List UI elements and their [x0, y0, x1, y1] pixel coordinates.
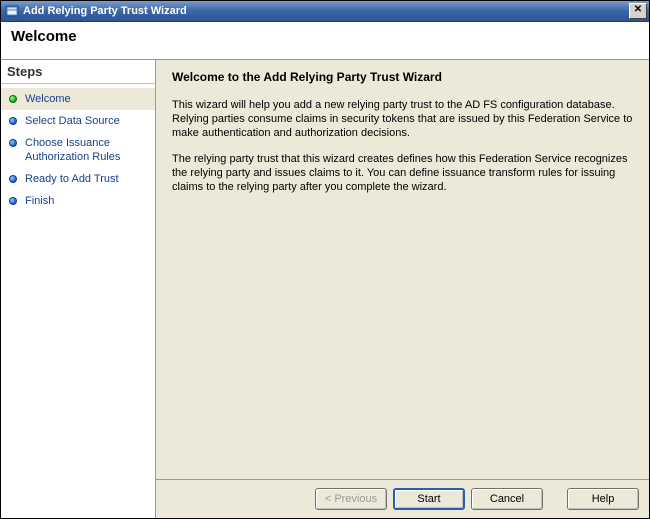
cancel-button[interactable]: Cancel — [471, 488, 543, 510]
content-body: Welcome to the Add Relying Party Trust W… — [156, 60, 649, 479]
button-spacer — [549, 488, 561, 510]
page-title: Welcome — [11, 28, 639, 45]
previous-button[interactable]: < Previous — [315, 488, 387, 510]
step-ready-to-add-trust[interactable]: Ready to Add Trust — [1, 168, 155, 190]
steps-heading: Steps — [1, 60, 155, 84]
step-label: Ready to Add Trust — [25, 172, 119, 186]
step-finish[interactable]: Finish — [1, 190, 155, 212]
content-paragraph: This wizard will help you add a new rely… — [172, 98, 633, 140]
step-label: Select Data Source — [25, 114, 120, 128]
close-button[interactable]: ✕ — [629, 3, 647, 19]
start-button[interactable]: Start — [393, 488, 465, 510]
step-bullet-icon — [9, 139, 17, 147]
step-label: Welcome — [25, 92, 71, 106]
help-button[interactable]: Help — [567, 488, 639, 510]
window-title: Add Relying Party Trust Wizard — [23, 5, 629, 17]
step-bullet-icon — [9, 117, 17, 125]
content-pane: Welcome to the Add Relying Party Trust W… — [156, 60, 649, 518]
step-bullet-icon — [9, 197, 17, 205]
page-header: Welcome — [1, 22, 649, 60]
content-heading: Welcome to the Add Relying Party Trust W… — [172, 70, 633, 84]
content-paragraph: The relying party trust that this wizard… — [172, 152, 633, 194]
step-welcome[interactable]: Welcome — [1, 88, 155, 110]
step-label: Choose Issuance Authorization Rules — [25, 136, 149, 164]
step-label: Finish — [25, 194, 54, 208]
step-bullet-icon — [9, 95, 17, 103]
app-icon — [5, 4, 19, 18]
steps-list: Welcome Select Data Source Choose Issuan… — [1, 84, 155, 518]
wizard-window: Add Relying Party Trust Wizard ✕ Welcome… — [0, 0, 650, 519]
body: Steps Welcome Select Data Source Choose … — [1, 60, 649, 518]
step-choose-issuance-rules[interactable]: Choose Issuance Authorization Rules — [1, 132, 155, 168]
titlebar[interactable]: Add Relying Party Trust Wizard ✕ — [1, 1, 649, 22]
step-bullet-icon — [9, 175, 17, 183]
button-row: < Previous Start Cancel Help — [156, 479, 649, 518]
steps-sidebar: Steps Welcome Select Data Source Choose … — [1, 60, 156, 518]
step-select-data-source[interactable]: Select Data Source — [1, 110, 155, 132]
